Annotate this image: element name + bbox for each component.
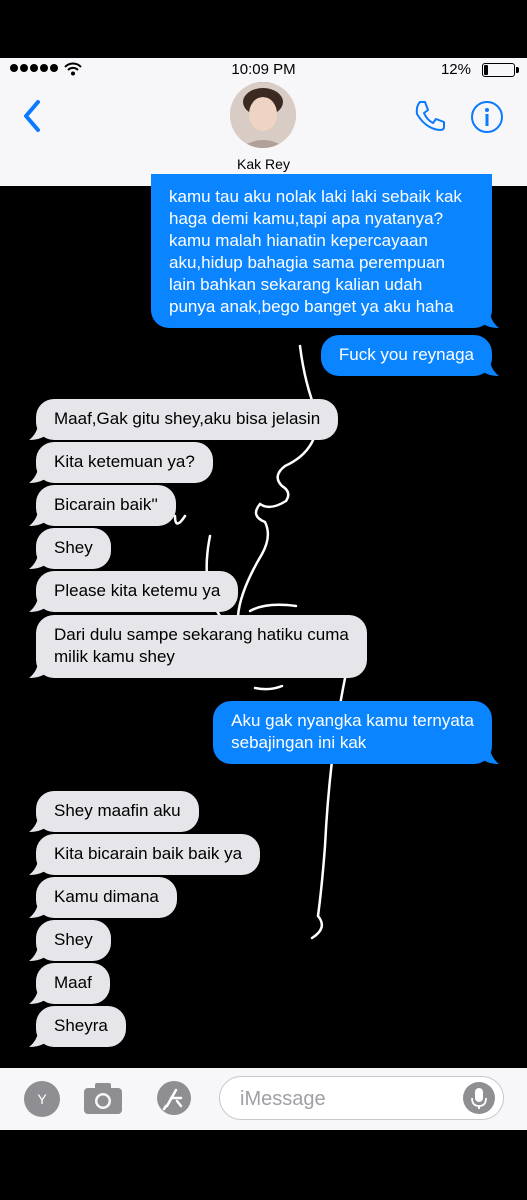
compose-bar: Y: [0, 1068, 527, 1130]
outgoing-message-bubble[interactable]: Aku gak nyangka kamu ternyata sebajingan…: [213, 701, 499, 764]
bubble-tail: [29, 508, 49, 526]
incoming-message-bubble[interactable]: Maaf,Gak gitu shey,aku bisa jelasin: [29, 399, 339, 440]
bubble-tail: [29, 551, 49, 569]
bubble-tail: [29, 900, 49, 918]
bubble-tail: [29, 660, 49, 678]
message-text: Shey: [54, 930, 93, 949]
outgoing-message-bubble[interactable]: Fuck you reynaga: [320, 335, 499, 376]
imessage-input[interactable]: [240, 1086, 460, 1112]
bubble-tail: [479, 310, 499, 328]
incoming-message-bubble[interactable]: Kita ketemuan ya?: [29, 442, 213, 483]
conversation-header: 10:09 PM 12% Kak Rey: [0, 58, 527, 186]
camera-icon[interactable]: [82, 1080, 124, 1116]
bubble-tail: [479, 358, 499, 376]
info-icon[interactable]: [470, 100, 504, 134]
message-text: Kamu dimana: [54, 887, 159, 906]
bubble-tail: [29, 857, 49, 875]
app-store-icon[interactable]: [150, 1080, 198, 1116]
message-text: Maaf: [54, 973, 92, 992]
bubble-tail: [29, 594, 49, 612]
message-text: Maaf,Gak gitu shey,aku bisa jelasin: [54, 409, 321, 428]
message-text: kamu tau aku nolak laki laki sebaik kak …: [169, 187, 462, 316]
microphone-icon: [471, 1088, 487, 1109]
phone-icon[interactable]: [412, 98, 448, 134]
incoming-message-bubble[interactable]: Shey: [29, 528, 111, 569]
incoming-message-bubble[interactable]: Shey maafin aku: [29, 791, 199, 832]
incoming-message-bubble[interactable]: Please kita ketemu ya: [29, 571, 239, 612]
y-app-label: Y: [37, 1091, 47, 1107]
message-text: Dari dulu sampe sekarang hatiku cuma mil…: [54, 625, 349, 666]
battery-percent: 12%: [440, 61, 471, 78]
incoming-message-bubble[interactable]: Kita bicarain baik baik ya: [29, 834, 261, 875]
bottom-black-strip: [0, 1130, 527, 1200]
microphone-button[interactable]: [463, 1082, 495, 1114]
bubble-tail: [29, 465, 49, 483]
bubble-tail: [29, 943, 49, 961]
top-black-strip: [0, 0, 527, 58]
message-text: Shey maafin aku: [54, 801, 181, 820]
message-text: Kita ketemuan ya?: [54, 452, 195, 471]
y-app-button[interactable]: Y: [24, 1081, 60, 1117]
message-text: Bicarain baik'': [54, 495, 158, 514]
incoming-message-bubble[interactable]: Bicarain baik'': [29, 485, 176, 526]
message-field[interactable]: [219, 1076, 504, 1120]
incoming-message-bubble[interactable]: Sheyra: [29, 1006, 126, 1047]
contact-name[interactable]: Kak Rey: [0, 156, 527, 172]
incoming-message-bubble[interactable]: Dari dulu sampe sekarang hatiku cuma mil…: [29, 615, 367, 678]
message-text: Fuck you reynaga: [338, 345, 474, 364]
bubble-tail: [29, 986, 49, 1004]
battery-icon: [482, 63, 519, 77]
back-chevron-icon[interactable]: [18, 96, 48, 136]
message-text: Sheyra: [54, 1016, 108, 1035]
status-bar: 10:09 PM 12%: [0, 58, 527, 82]
message-text: Shey: [54, 538, 93, 557]
message-text: Please kita ketemu ya: [54, 581, 221, 600]
message-text: Aku gak nyangka kamu ternyata sebajingan…: [231, 711, 474, 752]
bubble-tail: [479, 746, 499, 764]
bubble-tail: [29, 422, 49, 440]
message-text: Kita bicarain baik baik ya: [54, 844, 243, 863]
incoming-message-bubble[interactable]: Maaf: [29, 963, 110, 1004]
incoming-message-bubble[interactable]: Shey: [29, 920, 111, 961]
bubble-tail: [29, 1029, 49, 1047]
bubble-tail: [29, 814, 49, 832]
contact-avatar[interactable]: [230, 82, 296, 148]
incoming-message-bubble[interactable]: Kamu dimana: [29, 877, 177, 918]
outgoing-message-bubble[interactable]: kamu tau aku nolak laki laki sebaik kak …: [151, 174, 499, 328]
